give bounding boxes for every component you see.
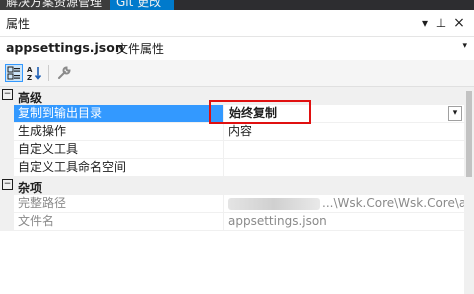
property-value[interactable]: ...\Wsk.Core\Wsk.Core\appset: [225, 195, 464, 212]
pin-icon[interactable]: ⊥: [434, 15, 448, 31]
alphabetical-view-button[interactable]: A Z: [26, 64, 44, 82]
tab-solution-explorer[interactable]: 解决方案资源管理器: [0, 0, 114, 10]
property-value[interactable]: [225, 159, 464, 176]
row-gutter: [0, 195, 14, 213]
categorized-icon: [7, 66, 20, 80]
full-path-text: ...\Wsk.Core\Wsk.Core\appset: [322, 196, 464, 210]
category-misc[interactable]: − 杂项: [0, 177, 464, 195]
wrench-icon: [58, 66, 71, 79]
property-pages-button[interactable]: [55, 64, 73, 82]
property-name[interactable]: 自定义工具命名空间: [14, 159, 224, 176]
categorized-view-button[interactable]: [5, 64, 23, 82]
vertical-scrollbar[interactable]: [464, 87, 474, 294]
row-gutter: [0, 123, 14, 141]
property-name[interactable]: 生成操作: [14, 123, 224, 140]
chevron-down-icon[interactable]: ▾: [462, 41, 467, 51]
category-advanced[interactable]: − 高级: [0, 87, 464, 105]
sort-az-icon: A Z: [27, 66, 42, 82]
category-label: 高级: [18, 91, 43, 105]
property-name[interactable]: 复制到输出目录: [14, 105, 224, 122]
toolbar-separator: [48, 65, 49, 81]
object-type: 文件属性: [116, 42, 165, 56]
category-label: 杂项: [18, 181, 43, 195]
property-row-full-path[interactable]: 完整路径 ...\Wsk.Core\Wsk.Core\appset: [0, 195, 464, 213]
chevron-down-icon[interactable]: ▾: [448, 106, 462, 121]
object-selector[interactable]: appsettings.json 文件属性 ▾: [0, 37, 474, 59]
properties-panel-titlebar: 属性 ▾ ⊥ ×: [0, 10, 474, 37]
property-row-build-action[interactable]: 生成操作 内容: [0, 123, 464, 141]
document-tab-strip: 解决方案资源管理器 Git 更改: [0, 0, 474, 10]
row-gutter: [0, 105, 14, 123]
property-row-copy-to-output[interactable]: 复制到输出目录 始终复制 ▾: [0, 105, 464, 123]
property-row-custom-tool[interactable]: 自定义工具: [0, 141, 464, 159]
collapse-icon[interactable]: −: [2, 179, 13, 190]
property-value[interactable]: 内容: [225, 123, 464, 140]
property-value[interactable]: appsettings.json: [225, 213, 464, 230]
property-name[interactable]: 自定义工具: [14, 141, 224, 158]
svg-text:A: A: [27, 66, 33, 74]
row-gutter: [0, 213, 14, 231]
property-grid: − 高级 复制到输出目录 始终复制 ▾ 生成操作 内容 自定义工具 自定义工具命…: [0, 87, 464, 294]
tab-git-changes[interactable]: Git 更改: [110, 0, 174, 10]
property-row-custom-tool-namespace[interactable]: 自定义工具命名空间: [0, 159, 464, 177]
property-name[interactable]: 完整路径: [14, 195, 224, 212]
property-value[interactable]: [225, 141, 464, 158]
redacted-text: [228, 197, 320, 210]
row-gutter: [0, 159, 14, 177]
scrollbar-thumb[interactable]: [466, 91, 472, 177]
svg-text:Z: Z: [27, 74, 32, 82]
row-gutter: [0, 141, 14, 159]
object-name: appsettings.json: [6, 40, 124, 55]
property-row-file-name[interactable]: 文件名 appsettings.json: [0, 213, 464, 231]
property-name[interactable]: 文件名: [14, 213, 224, 230]
window-position-dropdown-icon[interactable]: ▾: [418, 15, 432, 31]
panel-title: 属性: [6, 17, 31, 31]
collapse-icon[interactable]: −: [2, 89, 13, 100]
close-icon[interactable]: ×: [452, 15, 466, 31]
property-value-editor[interactable]: 始终复制: [226, 105, 448, 122]
properties-toolbar: A Z: [0, 60, 474, 87]
